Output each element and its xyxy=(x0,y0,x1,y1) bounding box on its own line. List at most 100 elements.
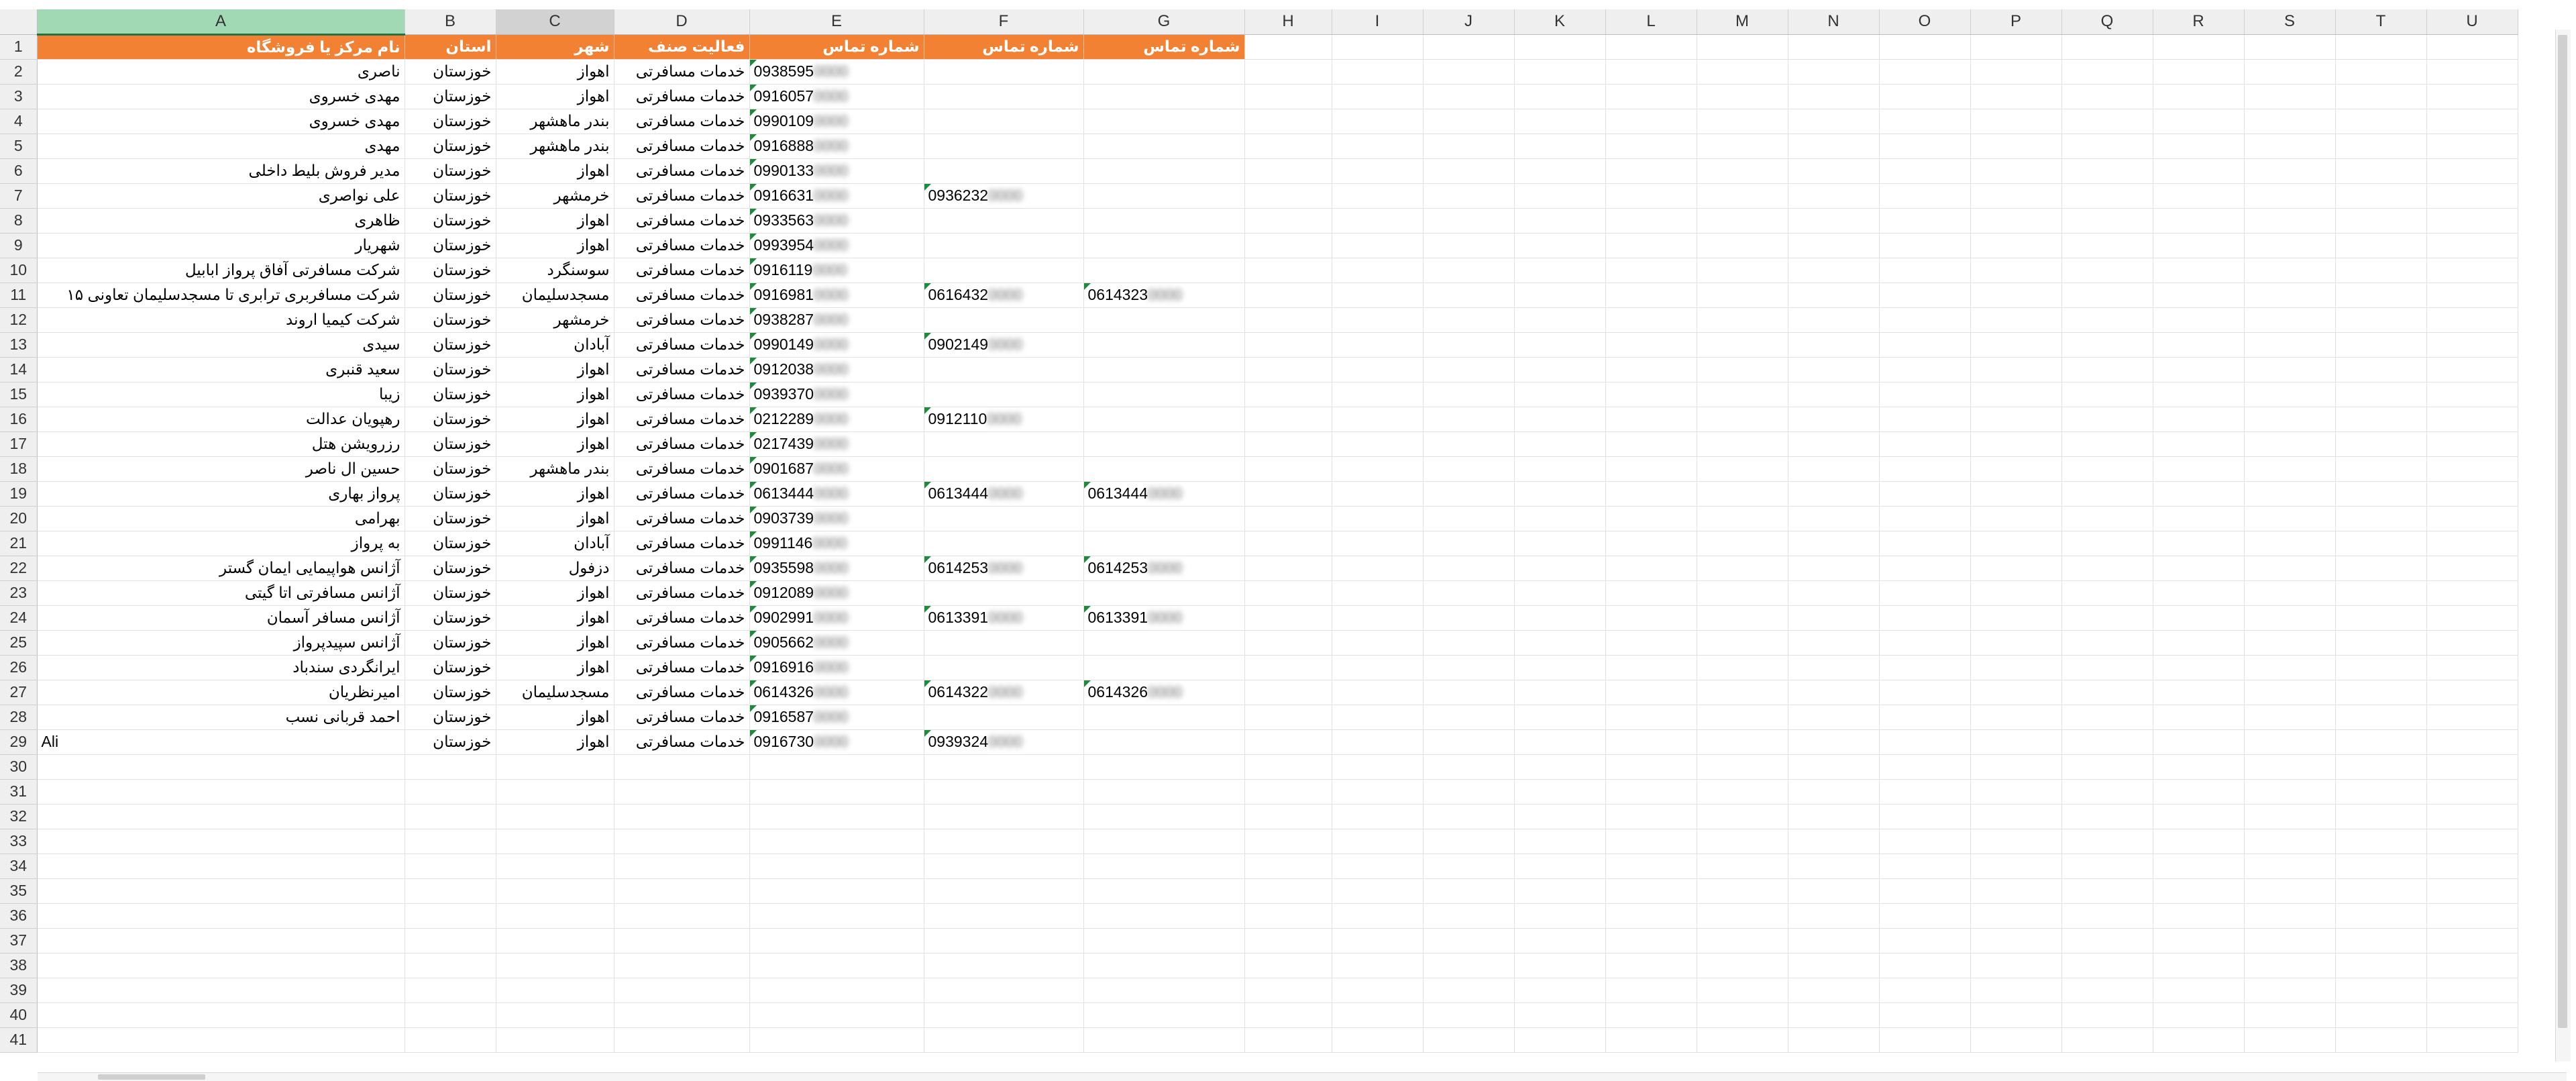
cell[interactable] xyxy=(1423,953,1515,978)
cell[interactable]: 06143260000 xyxy=(749,680,924,705)
cell[interactable] xyxy=(1788,854,1880,879)
cell[interactable] xyxy=(1970,208,2062,234)
cell[interactable] xyxy=(1697,382,1788,407)
cell[interactable] xyxy=(1514,779,1606,805)
cell[interactable] xyxy=(1423,804,1515,829)
cell[interactable] xyxy=(614,903,750,929)
cell[interactable] xyxy=(2335,1002,2427,1028)
cell[interactable] xyxy=(1605,829,1697,854)
row-header[interactable]: 28 xyxy=(0,705,38,730)
cell[interactable] xyxy=(1332,829,1424,854)
cell[interactable] xyxy=(1697,556,1788,581)
cell[interactable] xyxy=(2061,903,2153,929)
cell[interactable] xyxy=(1332,705,1424,730)
cell[interactable] xyxy=(1514,655,1606,680)
cell[interactable]: بهرامی xyxy=(37,506,405,531)
cell[interactable] xyxy=(1697,431,1788,457)
cell[interactable] xyxy=(1697,407,1788,432)
cell[interactable]: خوزستان xyxy=(405,84,496,109)
cell[interactable] xyxy=(1083,953,1245,978)
cell[interactable] xyxy=(1879,431,1971,457)
cell[interactable] xyxy=(924,878,1084,904)
cell[interactable] xyxy=(1879,307,1971,333)
cell[interactable] xyxy=(1332,655,1424,680)
cell[interactable] xyxy=(1697,307,1788,333)
row-header[interactable]: 17 xyxy=(0,431,38,457)
cell[interactable] xyxy=(1788,59,1880,85)
cell[interactable]: 09911460000 xyxy=(749,531,924,556)
cell[interactable] xyxy=(1970,456,2062,482)
cell[interactable] xyxy=(1697,134,1788,159)
cell[interactable] xyxy=(1879,282,1971,308)
cell[interactable] xyxy=(1697,729,1788,755)
cell[interactable] xyxy=(1879,680,1971,705)
cell[interactable] xyxy=(1970,903,2062,929)
row-header[interactable]: 24 xyxy=(0,605,38,631)
cell[interactable]: 09056620000 xyxy=(749,630,924,656)
cell[interactable] xyxy=(1605,605,1697,631)
cell[interactable] xyxy=(1970,382,2062,407)
cell[interactable] xyxy=(1332,878,1424,904)
cell[interactable] xyxy=(2335,59,2427,85)
cell[interactable]: خدمات مسافرتی xyxy=(614,134,750,159)
cell[interactable] xyxy=(1697,655,1788,680)
cell[interactable] xyxy=(1697,1027,1788,1053)
cell[interactable] xyxy=(1244,506,1332,531)
cell[interactable]: خوزستان xyxy=(405,531,496,556)
cell[interactable] xyxy=(2061,705,2153,730)
cell[interactable] xyxy=(924,456,1084,482)
cell[interactable] xyxy=(2244,605,2336,631)
cell[interactable] xyxy=(2244,580,2336,606)
cell[interactable] xyxy=(1788,382,1880,407)
cell[interactable] xyxy=(924,903,1084,929)
row-header[interactable]: 31 xyxy=(0,779,38,805)
cell[interactable] xyxy=(1423,481,1515,507)
cell[interactable] xyxy=(1083,878,1245,904)
cell[interactable] xyxy=(2061,506,2153,531)
cell[interactable] xyxy=(924,84,1084,109)
cell[interactable] xyxy=(1332,357,1424,382)
cell[interactable] xyxy=(1605,456,1697,482)
cell[interactable]: 09169160000 xyxy=(749,655,924,680)
cell[interactable] xyxy=(924,208,1084,234)
cell[interactable] xyxy=(496,829,614,854)
cell[interactable] xyxy=(1514,208,1606,234)
cell[interactable]: 09167300000 xyxy=(749,729,924,755)
cell[interactable] xyxy=(1514,282,1606,308)
cell[interactable] xyxy=(1083,183,1245,209)
cell[interactable]: شرکت کیمیا اروند xyxy=(37,307,405,333)
cell[interactable] xyxy=(2061,680,2153,705)
cell[interactable] xyxy=(1244,357,1332,382)
cell[interactable] xyxy=(2244,804,2336,829)
cell[interactable]: 09393240000 xyxy=(924,729,1084,755)
cell[interactable] xyxy=(1788,506,1880,531)
row-header[interactable]: 33 xyxy=(0,829,38,854)
cell[interactable] xyxy=(1244,282,1332,308)
cell[interactable] xyxy=(2153,282,2245,308)
cell[interactable]: رزرویشن هتل xyxy=(37,431,405,457)
cell[interactable] xyxy=(1788,580,1880,606)
cell[interactable] xyxy=(1423,258,1515,283)
cell[interactable] xyxy=(2061,456,2153,482)
cell[interactable] xyxy=(2153,680,2245,705)
cell[interactable] xyxy=(1879,357,1971,382)
cell[interactable] xyxy=(1514,332,1606,358)
cell[interactable] xyxy=(1605,34,1697,60)
cell[interactable] xyxy=(1697,258,1788,283)
cell[interactable] xyxy=(1697,282,1788,308)
cell[interactable] xyxy=(1423,134,1515,159)
cell[interactable] xyxy=(1879,34,1971,60)
cell[interactable] xyxy=(1244,456,1332,482)
cell[interactable] xyxy=(1514,357,1606,382)
column-header-n[interactable]: N xyxy=(1788,9,1880,35)
cell[interactable] xyxy=(749,1002,924,1028)
cell[interactable] xyxy=(1244,804,1332,829)
cell[interactable] xyxy=(1083,84,1245,109)
cell[interactable] xyxy=(2153,481,2245,507)
row-header[interactable]: 4 xyxy=(0,109,38,134)
cell[interactable] xyxy=(1244,978,1332,1003)
cell[interactable] xyxy=(1244,928,1332,954)
cell[interactable]: 09901090000 xyxy=(749,109,924,134)
cell[interactable] xyxy=(1514,307,1606,333)
cell[interactable] xyxy=(1605,556,1697,581)
